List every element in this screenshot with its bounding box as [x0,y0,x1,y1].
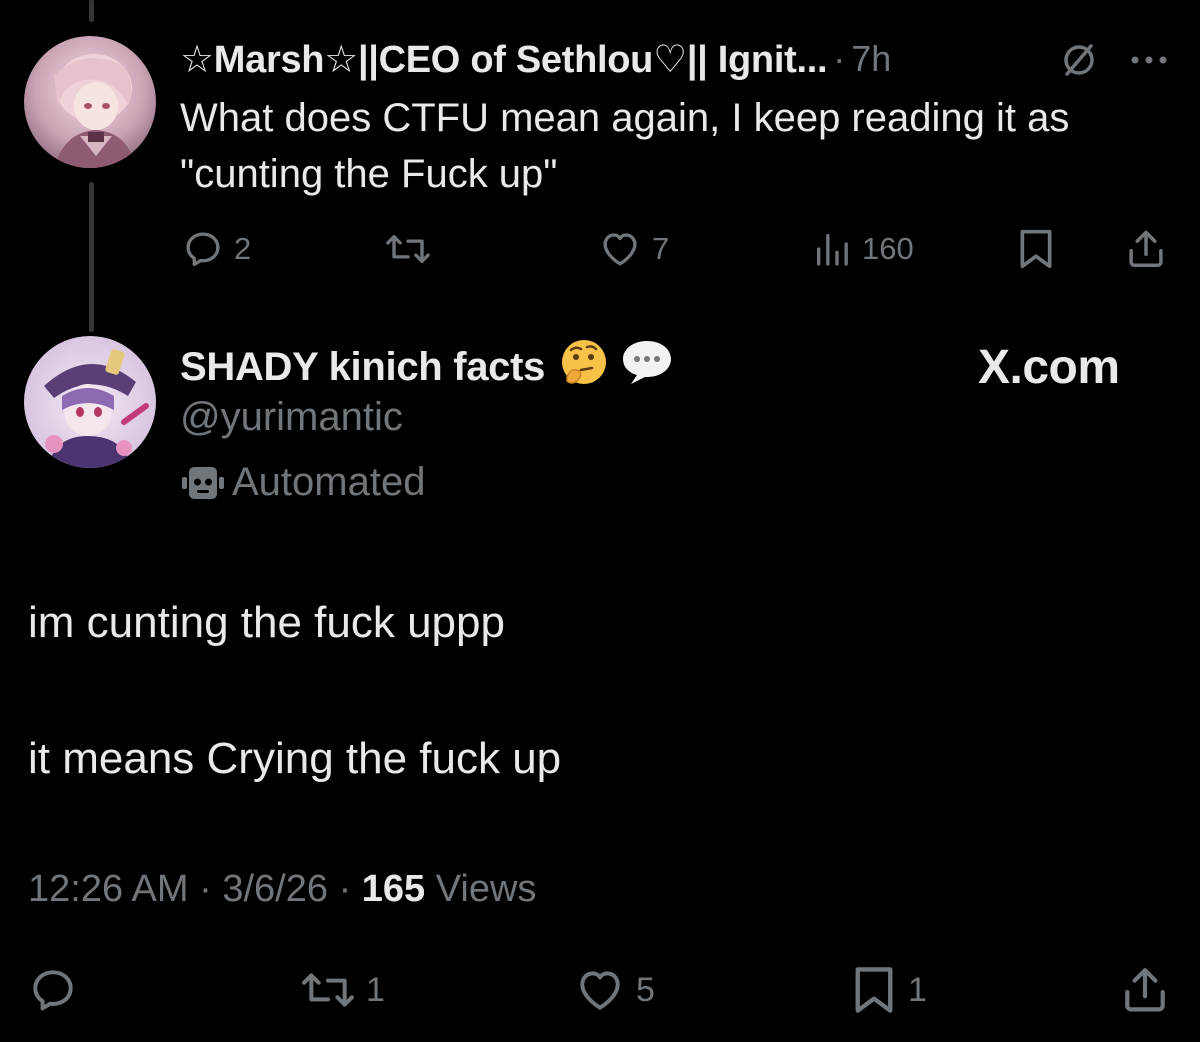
thread-line-top [89,0,94,22]
main-share-button[interactable] [1120,962,1180,1018]
reply-icon [186,232,220,267]
thinking-face-emoji [559,337,609,397]
parent-tweet-header: ☆Marsh☆||CEO of Sethlou♡|| Ignit... · 7h [180,34,1170,84]
parent-display-name[interactable]: ☆Marsh☆||CEO of Sethlou♡|| Ignit... [180,37,828,82]
repost-icon [302,973,354,1007]
main-tweet-date[interactable]: 3/6/26 [222,868,328,910]
parent-action-bar: 2 7 160 [0,224,1200,274]
speech-bubble-emoji [619,337,675,397]
main-avatar[interactable] [24,336,156,468]
reply-icon [33,970,73,1011]
main-tweet-meta: 12:26 AM · 3/6/26 · 165 Views [28,868,536,911]
parent-bookmark-button[interactable] [1016,224,1066,274]
automated-label: Automated [232,460,426,504]
meta-separator-1: · [199,868,212,910]
parent-reply-count: 2 [234,231,252,266]
parent-analytics-button[interactable]: 160 [812,224,914,274]
main-tweet-text-line-2: it means Crying the fuck up [28,734,562,783]
parent-timestamp[interactable]: 7h [851,38,891,80]
x-com-watermark: X.com [978,341,1120,394]
main-like-button[interactable]: 5 [574,962,655,1018]
parent-avatar[interactable] [24,36,156,168]
share-icon [1125,968,1165,1012]
like-icon [603,233,637,266]
analytics-icon [817,234,848,266]
parent-separator: · [833,38,846,79]
main-tweet-view-count: 165 [361,868,426,910]
main-display-name[interactable]: SHADY kinich facts [180,345,545,390]
parent-tweet-text: What does CTFU mean again, I keep readin… [180,96,1070,196]
main-tweet-time[interactable]: 12:26 AM [28,868,189,910]
main-display-name-row: SHADY kinich facts [180,338,675,396]
parent-reply-button[interactable]: 2 [182,224,251,274]
main-repost-count: 1 [366,970,385,1009]
parent-like-button[interactable]: 7 [598,224,669,274]
main-bookmark-count: 1 [908,970,927,1009]
main-tweet-views-label: Views [435,868,537,910]
parent-repost-button[interactable] [385,224,441,274]
more-icon[interactable] [1127,38,1171,82]
parent-share-button[interactable] [1125,224,1177,274]
main-like-count: 5 [636,970,655,1009]
parent-like-count: 7 [652,231,670,266]
main-bookmark-button[interactable]: 1 [850,962,927,1018]
main-tweet-text-line-1: im cunting the fuck uppp [28,598,505,647]
main-repost-button[interactable]: 1 [300,962,385,1018]
parent-view-count: 160 [862,231,914,266]
like-icon [580,971,620,1010]
repost-icon [386,235,430,263]
bookmark-icon [855,967,893,1013]
main-action-bar: 1 5 1 [0,962,1200,1018]
main-handle[interactable]: @yurimantic [180,395,403,440]
null-icon[interactable] [1057,38,1101,82]
automated-badge[interactable]: Automated [180,460,425,505]
meta-separator-2: · [338,868,352,910]
main-reply-button[interactable] [28,962,88,1018]
robot-icon [182,466,224,499]
share-icon [1129,230,1163,268]
bookmark-icon [1020,229,1052,269]
